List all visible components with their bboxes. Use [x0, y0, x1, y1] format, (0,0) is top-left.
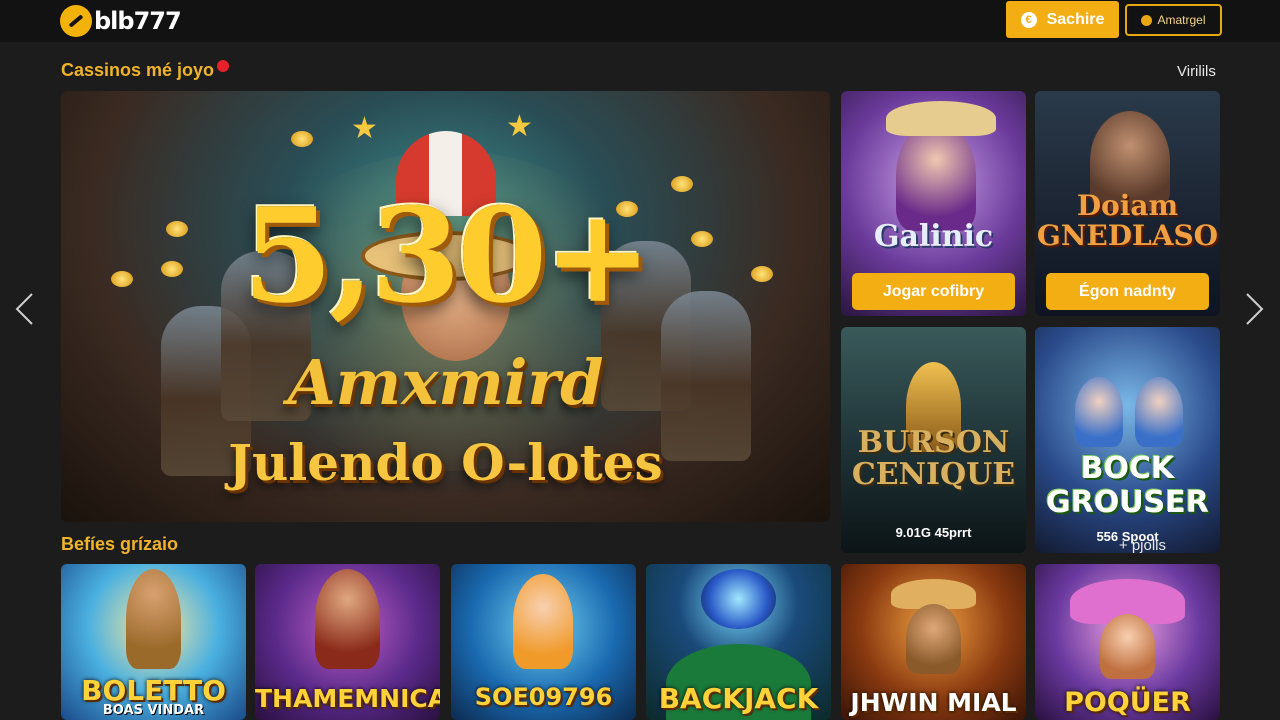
pin-icon — [217, 60, 230, 72]
game-card[interactable]: Galinic Jogar cofibry — [841, 91, 1026, 316]
game-card[interactable]: THAMEMNICA — [255, 564, 440, 720]
game-card[interactable]: BOLETTO BOAS VINDAR — [61, 564, 246, 720]
hat-shape — [886, 101, 996, 136]
chevron-left-icon[interactable] — [14, 292, 34, 326]
primary-button-label: Sachire — [1046, 10, 1105, 28]
card-title: BACKJACK — [658, 682, 819, 715]
star-icon: ★ — [351, 112, 378, 145]
coin-icon: € — [1020, 11, 1037, 28]
card-subtitle: BOAS VINDAR — [102, 703, 205, 718]
secondary-button[interactable]: Amatrgel — [1125, 4, 1222, 36]
chevron-right-icon[interactable] — [1245, 292, 1265, 326]
card-title: BOLETTO — [81, 674, 226, 707]
game-card[interactable]: BOCK GROUSER 556 Spoot — [1035, 327, 1220, 553]
character-figure — [1075, 377, 1123, 447]
game-card[interactable]: BACKJACK — [646, 564, 831, 720]
card-caption: 9.01G 45prrt — [895, 525, 972, 540]
play-button[interactable]: Jogar cofibry — [852, 273, 1015, 310]
orb-shape — [701, 569, 776, 629]
primary-button[interactable]: € Sachire — [1006, 1, 1119, 38]
character-figure — [906, 604, 961, 674]
character-figure — [1135, 377, 1183, 447]
character-figure — [896, 121, 976, 231]
game-card[interactable]: SOE09796 — [451, 564, 636, 720]
play-button[interactable]: Égon nadnty — [1046, 273, 1209, 310]
more-link[interactable]: + pjolls — [1119, 537, 1166, 554]
card-title: Galinic — [873, 219, 994, 254]
card-title: BOCK GROUSER — [1046, 451, 1209, 520]
top-bar: blb777 € Sachire Amatrgel — [0, 0, 1280, 42]
character-figure — [1100, 614, 1155, 679]
card-title: Doiam GNEDLASO — [1036, 189, 1219, 252]
game-card[interactable]: Doiam GNEDLASO Égon nadnty — [1035, 91, 1220, 316]
view-all-link[interactable]: Virilils — [1177, 63, 1216, 80]
coin-icon — [291, 131, 313, 147]
hero-subheadline: Julendo O-lotes — [228, 433, 663, 492]
logo-icon — [60, 5, 92, 37]
game-card[interactable]: JHWIN MIAL — [841, 564, 1026, 720]
star-icon: ★ — [506, 110, 533, 143]
logo[interactable]: blb777 — [60, 5, 182, 37]
game-card[interactable]: BURSON CENIQUE 9.01G 45prrt — [841, 327, 1026, 553]
coin-icon — [671, 176, 693, 192]
card-title: POQÜER — [1064, 687, 1191, 718]
section-title-casinos: Cassinos mé joyo — [61, 60, 230, 81]
character-figure — [126, 569, 181, 669]
card-title: SOE09796 — [474, 683, 613, 711]
hero-banner[interactable]: ★ ★ 5,30+ Amxmird Julendo O-lotes — [61, 91, 830, 522]
section-title-games: Befíes grízaio — [61, 534, 179, 554]
character-figure — [315, 569, 380, 669]
section-title-text: Cassinos mé joyo — [61, 60, 215, 80]
card-title: JHWIN MIAL — [850, 688, 1017, 717]
game-card[interactable]: POQÜER — [1035, 564, 1220, 720]
card-title: BURSON CENIQUE — [851, 425, 1016, 492]
hero-amount: 5,30+ — [242, 179, 653, 332]
card-title: THAMEMNICA — [255, 684, 440, 713]
character-figure — [513, 574, 573, 669]
coin-icon — [1141, 14, 1153, 26]
hero-headline: Amxmird — [287, 346, 604, 419]
secondary-button-label: Amatrgel — [1157, 13, 1206, 27]
logo-text: blb777 — [94, 7, 182, 35]
